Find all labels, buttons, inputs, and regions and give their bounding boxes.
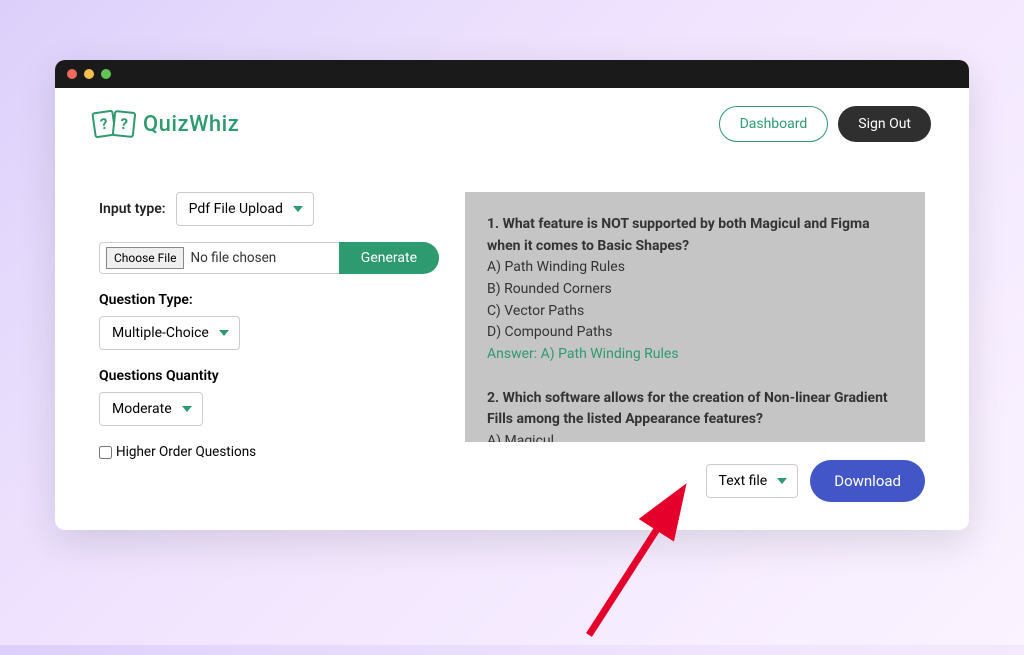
maximize-window-icon[interactable] [101,69,111,79]
chevron-down-icon [777,478,787,484]
question-type-value: Multiple-Choice [112,325,209,341]
input-type-row: Input type: Pdf File Upload [99,192,439,226]
results-panel: 1. What feature is NOT supported by both… [465,192,925,502]
download-format-select[interactable]: Text file [706,464,799,498]
q1-option-d: D) Compound Paths [487,322,903,344]
results-box: 1. What feature is NOT supported by both… [465,192,925,442]
form-panel: Input type: Pdf File Upload Choose File … [99,192,439,502]
question-type-label: Question Type: [99,292,439,308]
choose-file-button[interactable]: Choose File [106,247,184,269]
file-status-text: No file chosen [190,250,276,266]
chevron-down-icon [182,406,192,412]
input-type-value: Pdf File Upload [189,201,283,217]
minimize-window-icon[interactable] [84,69,94,79]
quantity-label: Questions Quantity [99,368,439,384]
generate-button[interactable]: Generate [339,242,439,274]
q1-option-c: C) Vector Paths [487,301,903,323]
q2-option-a: A) Magicul [487,431,903,442]
window-titlebar [55,60,969,88]
question-type-section: Question Type: Multiple-Choice [99,292,439,350]
q1-answer: Answer: A) Path Winding Rules [487,344,903,366]
download-format-value: Text file [719,473,768,489]
quantity-value: Moderate [112,401,172,417]
q1-option-b: B) Rounded Corners [487,279,903,301]
file-upload-row: Choose File No file chosen Generate [99,242,439,274]
app-window: ? ? QuizWhiz Dashboard Sign Out Input ty… [55,60,969,530]
higher-order-checkbox[interactable] [99,446,112,459]
signout-button[interactable]: Sign Out [838,106,931,142]
chevron-down-icon [219,330,229,336]
main-content: Input type: Pdf File Upload Choose File … [55,160,969,530]
quantity-section: Questions Quantity Moderate [99,368,439,426]
higher-order-label: Higher Order Questions [116,444,256,460]
input-type-label: Input type: [99,201,166,217]
dashboard-button[interactable]: Dashboard [719,106,829,142]
file-input[interactable]: Choose File No file chosen [99,242,339,274]
brand-name: QuizWhiz [143,112,239,137]
header-actions: Dashboard Sign Out [719,106,931,142]
higher-order-checkbox-row[interactable]: Higher Order Questions [99,444,439,460]
close-window-icon[interactable] [67,69,77,79]
logo-cards-icon: ? ? [93,111,135,137]
download-row: Text file Download [465,460,925,502]
app-header: ? ? QuizWhiz Dashboard Sign Out [55,88,969,160]
chevron-down-icon [293,206,303,212]
quantity-select[interactable]: Moderate [99,392,203,426]
brand-logo[interactable]: ? ? QuizWhiz [93,111,239,137]
q2-title: 2. Which software allows for the creatio… [487,388,903,431]
q1-title: 1. What feature is NOT supported by both… [487,214,903,257]
input-type-select[interactable]: Pdf File Upload [176,192,314,226]
question-type-select[interactable]: Multiple-Choice [99,316,240,350]
download-button[interactable]: Download [810,460,925,502]
q1-option-a: A) Path Winding Rules [487,257,903,279]
